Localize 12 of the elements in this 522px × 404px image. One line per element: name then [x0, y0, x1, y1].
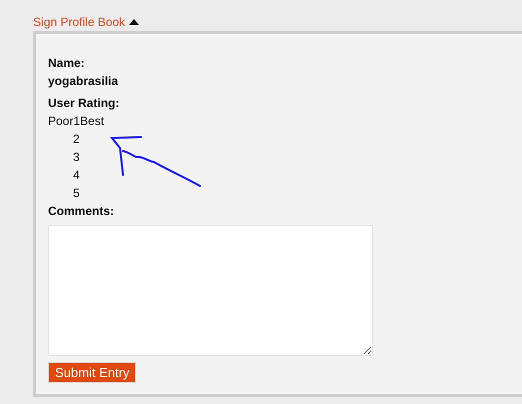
rating-option[interactable]: 3	[73, 148, 80, 166]
rating-option[interactable]: 2	[73, 130, 80, 148]
field-label: Name:	[48, 55, 85, 72]
field-label: Comments:	[48, 203, 114, 220]
name-value: yogabrasilia	[48, 73, 118, 90]
comments-field[interactable]	[48, 225, 373, 356]
field-label: User Rating:	[48, 95, 120, 112]
submit-button[interactable]: Submit Entry	[48, 362, 136, 383]
rating-scale[interactable]: Poor1Best	[48, 112, 104, 130]
rating-option[interactable]: 5	[73, 184, 80, 202]
collapse-icon[interactable]	[129, 19, 140, 25]
rating-option[interactable]: 4	[73, 166, 80, 184]
